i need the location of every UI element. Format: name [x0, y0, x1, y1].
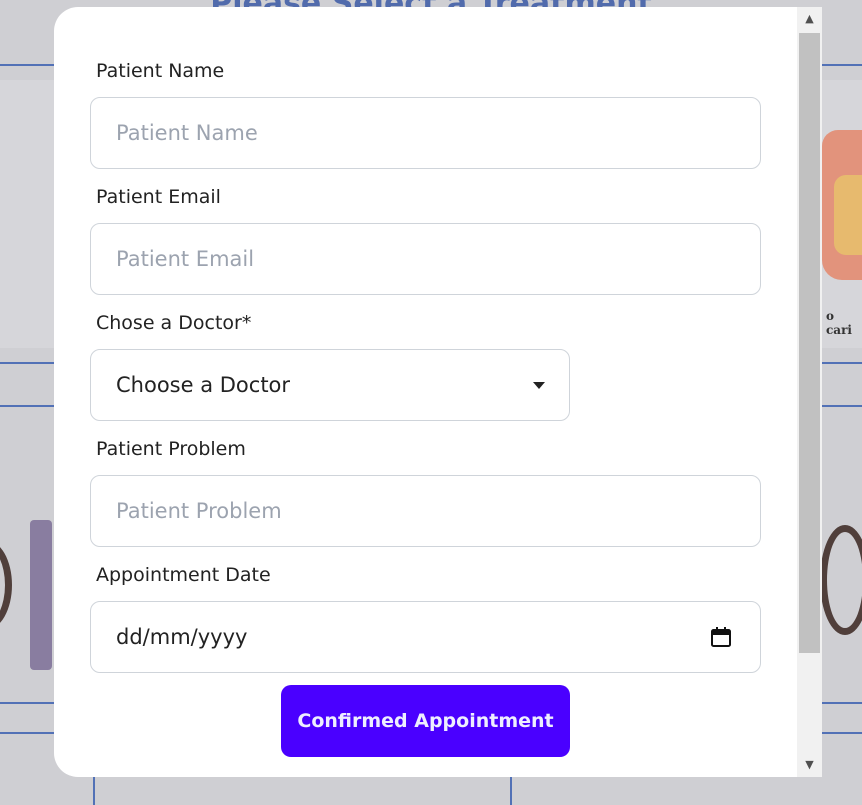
- confirm-appointment-button[interactable]: Confirmed Appointment: [281, 685, 570, 757]
- patient-problem-placeholder: Patient Problem: [116, 499, 282, 523]
- calendar-icon[interactable]: [710, 626, 732, 648]
- patient-email-input[interactable]: Patient Email: [90, 223, 761, 295]
- appointment-modal: Patient Name Patient Name Patient Email …: [54, 7, 822, 777]
- appointment-date-label: Appointment Date: [96, 564, 271, 586]
- background-rule: [93, 775, 95, 805]
- patient-name-label: Patient Name: [96, 60, 225, 82]
- scroll-down-arrow-icon[interactable]: ▼: [797, 753, 822, 777]
- patient-problem-label: Patient Problem: [96, 438, 246, 460]
- dental-tool-illustration: [0, 540, 12, 630]
- doctor-label: Chose a Doctor*: [96, 312, 252, 334]
- appointment-date-value: dd/mm/yyyy: [116, 625, 248, 649]
- doctor-select-value: Choose a Doctor: [116, 373, 291, 397]
- appointment-form: Patient Name Patient Name Patient Email …: [54, 7, 798, 777]
- modal-scrollbar[interactable]: ▲ ▼: [797, 7, 822, 777]
- background-card-text: o cari: [826, 309, 852, 337]
- dental-tool-illustration: [820, 525, 862, 635]
- background-rule: [510, 775, 512, 805]
- patient-name-placeholder: Patient Name: [116, 121, 258, 145]
- patient-email-placeholder: Patient Email: [116, 247, 255, 271]
- doctor-select[interactable]: Choose a Doctor: [90, 349, 570, 421]
- tooth-illustration-detail: [834, 175, 862, 255]
- background-card: [0, 80, 54, 348]
- patient-email-label: Patient Email: [96, 186, 221, 208]
- dentist-illustration: [30, 520, 52, 670]
- chevron-down-icon: [533, 382, 545, 389]
- patient-name-input[interactable]: Patient Name: [90, 97, 761, 169]
- scroll-up-arrow-icon[interactable]: ▲: [797, 7, 822, 31]
- patient-problem-input[interactable]: Patient Problem: [90, 475, 761, 547]
- appointment-date-input[interactable]: dd/mm/yyyy: [90, 601, 761, 673]
- scrollbar-thumb[interactable]: [799, 33, 820, 653]
